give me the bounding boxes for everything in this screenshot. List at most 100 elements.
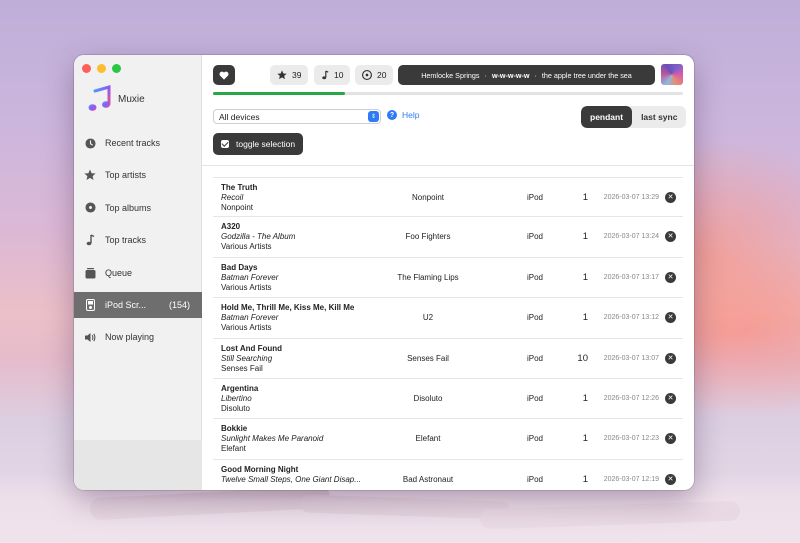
- remove-button[interactable]: ✕: [665, 192, 676, 203]
- now-playing-album: the apple tree under the sea: [541, 70, 632, 80]
- table-row[interactable]: Bokkie Sunlight Makes Me Paranoid Elefan…: [213, 419, 683, 460]
- track-device: iPod: [526, 474, 543, 484]
- track-play-count: 1: [582, 271, 588, 283]
- playback-progress-fill: [213, 92, 345, 95]
- track-title: Bad Days: [221, 262, 258, 272]
- device-select[interactable]: All devices ⇕: [213, 109, 381, 124]
- track-device: iPod: [526, 272, 543, 282]
- table-row[interactable]: The Truth Recoil Nonpoint Nonpoint iPod …: [213, 177, 683, 218]
- sidebar-item-label: Recent tracks: [105, 138, 161, 148]
- sync-segmented-control: pendant last sync: [581, 106, 687, 128]
- sidebar-item-top-tracks[interactable]: Top tracks: [74, 227, 202, 253]
- remove-button[interactable]: ✕: [665, 312, 676, 324]
- track-title: Bokkie: [221, 424, 248, 434]
- app-logo-icon: [88, 85, 111, 111]
- albums-count-button[interactable]: 20: [355, 65, 394, 85]
- track-device: iPod: [526, 313, 543, 323]
- table-row[interactable]: Argentina Libertino Disoluto Disoluto iP…: [213, 379, 683, 420]
- sidebar-item-recent-tracks[interactable]: Recent tracks: [74, 130, 202, 156]
- track-date: 2026-03-07 13:17: [603, 273, 659, 281]
- track-artist: Bad Astronaut: [402, 474, 454, 484]
- toggle-selection-button[interactable]: toggle selection: [213, 133, 304, 155]
- sidebar-item-label: iPod Scr...: [105, 299, 147, 310]
- help-label: Help: [402, 110, 420, 120]
- track-device: iPod: [526, 353, 543, 363]
- close-icon: ✕: [667, 475, 674, 483]
- track-device: iPod: [526, 393, 543, 403]
- table-row[interactable]: Good Morning Night Twelve Small Steps, O…: [213, 460, 683, 490]
- star-icon: [277, 70, 287, 80]
- remove-button[interactable]: ✕: [665, 352, 676, 364]
- track-album: Recoil: [221, 193, 244, 202]
- segment-last-sync[interactable]: last sync: [632, 106, 686, 128]
- track-play-count: 10: [577, 352, 588, 364]
- close-icon: ✕: [667, 394, 674, 402]
- track-play-count: 1: [582, 231, 588, 243]
- sidebar-item-top-artists[interactable]: Top artists: [74, 162, 202, 188]
- segment-pendant[interactable]: pendant: [581, 106, 633, 128]
- main-content: 39 10 20 Hemlocke Springs · w-w-w-w-w · …: [202, 55, 694, 490]
- track-artist: Foo Fighters: [405, 232, 451, 242]
- sidebar-nav: Recent tracks Top artists Top albums Top…: [74, 130, 202, 357]
- clock-icon: [84, 137, 96, 149]
- sidebar-item-label: Queue: [105, 267, 133, 278]
- love-button[interactable]: [213, 65, 235, 85]
- close-icon: ✕: [667, 233, 674, 241]
- track-album-artist: Disoluto: [221, 403, 250, 413]
- sidebar-item-top-albums[interactable]: Top albums: [74, 195, 202, 221]
- help-link[interactable]: ? Help: [387, 110, 419, 120]
- sidebar-item-now-playing[interactable]: Now playing: [74, 324, 202, 350]
- heart-icon: [219, 71, 229, 80]
- track-artist: Elefant: [415, 434, 441, 444]
- table-row[interactable]: Bad Days Batman Forever Various Artists …: [213, 258, 683, 299]
- remove-button[interactable]: ✕: [665, 231, 676, 243]
- track-device: iPod: [526, 232, 543, 242]
- track-play-count: 1: [582, 192, 588, 203]
- track-album-artist: Senses Fail: [221, 363, 263, 373]
- stars-count: 39: [292, 70, 302, 80]
- playback-progress[interactable]: [213, 92, 683, 95]
- track-album-artist: Various Artists: [221, 242, 272, 252]
- minimize-window-button[interactable]: [97, 64, 106, 73]
- track-album: Batman Forever: [221, 313, 279, 323]
- sidebar-item-queue[interactable]: Queue: [74, 260, 202, 286]
- close-window-button[interactable]: [82, 64, 91, 73]
- sidebar: Muxie Recent tracks Top artists Top albu…: [74, 55, 202, 490]
- track-album-artist: Elefant: [221, 444, 246, 454]
- track-device: iPod: [526, 193, 543, 202]
- remove-button[interactable]: ✕: [665, 392, 676, 404]
- remove-button[interactable]: ✕: [665, 473, 676, 485]
- scrobble-table: The Truth Recoil Nonpoint Nonpoint iPod …: [213, 177, 683, 490]
- track-date: 2026-03-07 13:29: [603, 194, 659, 201]
- remove-button[interactable]: ✕: [665, 433, 676, 445]
- tracks-count-button[interactable]: 10: [314, 65, 351, 85]
- track-date: 2026-03-07 13:07: [603, 354, 659, 362]
- track-info: Good Morning Night Twelve Small Steps, O…: [221, 465, 371, 485]
- app-name: Muxie: [118, 93, 145, 105]
- albums-count: 20: [377, 70, 387, 80]
- sidebar-item-ipod-scrobbles[interactable]: iPod Scr... (154): [74, 291, 202, 318]
- checkbox-icon: [221, 140, 229, 148]
- track-date: 2026-03-07 13:24: [603, 233, 659, 241]
- remove-button[interactable]: ✕: [665, 271, 676, 283]
- app-window: Muxie Recent tracks Top artists Top albu…: [74, 55, 694, 490]
- track-play-count: 1: [582, 473, 588, 485]
- zoom-window-button[interactable]: [112, 64, 121, 73]
- track-album: Still Searching: [221, 353, 273, 363]
- track-info: Hold Me, Thrill Me, Kiss Me, Kill Me Bat…: [221, 303, 371, 333]
- table-row[interactable]: Lost And Found Still Searching Senses Fa…: [213, 339, 683, 379]
- now-playing-bar[interactable]: Hemlocke Springs · w-w-w-w-w · the apple…: [398, 65, 655, 85]
- table-row[interactable]: A320 Godzilla - The Album Various Artist…: [213, 217, 683, 258]
- track-title: A320: [221, 222, 241, 232]
- table-row[interactable]: Hold Me, Thrill Me, Kiss Me, Kill Me Bat…: [213, 298, 683, 339]
- stars-count-button[interactable]: 39: [270, 65, 309, 85]
- track-device: iPod: [526, 434, 543, 444]
- separator: ·: [484, 70, 487, 80]
- sidebar-footer: [74, 440, 202, 490]
- track-artist: The Flaming Lips: [397, 272, 459, 282]
- star-icon: [84, 169, 96, 181]
- track-date: 2026-03-07 13:12: [603, 314, 659, 322]
- device-select-value: All devices: [219, 111, 260, 122]
- track-info: Argentina Libertino Disoluto: [221, 384, 371, 414]
- album-art[interactable]: [661, 64, 683, 85]
